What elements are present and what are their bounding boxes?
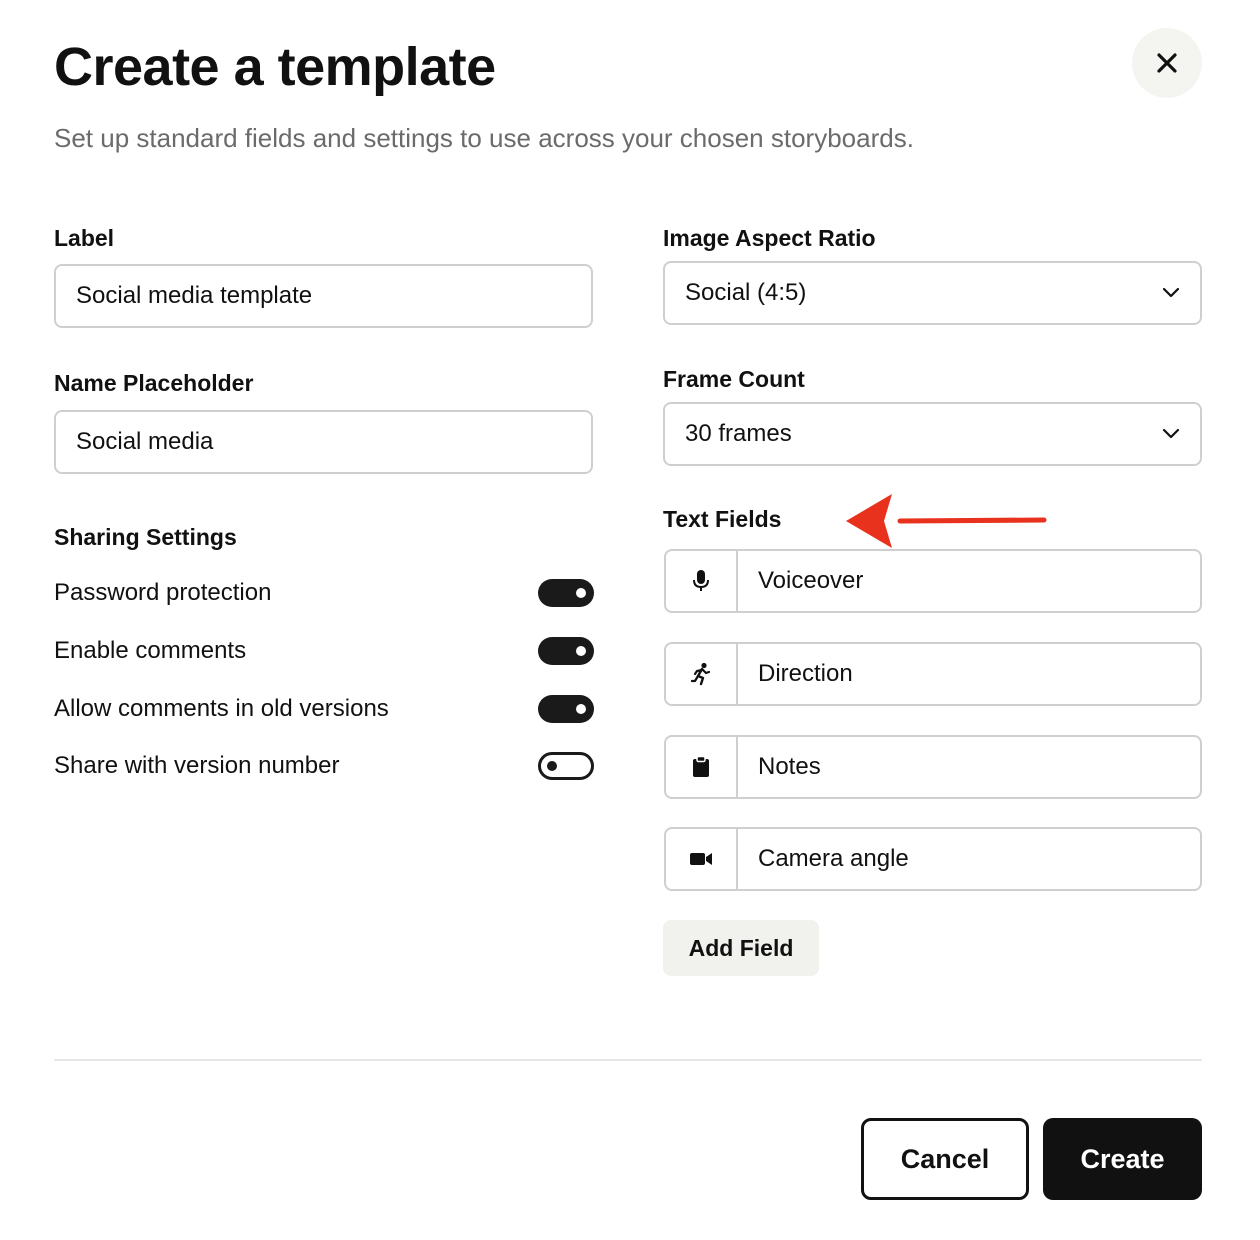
setting-label: Allow comments in old versions [54,695,389,722]
close-icon [1157,53,1177,73]
running-person-icon [691,662,711,686]
create-button[interactable]: Create [1043,1118,1202,1200]
frame-count-label: Frame Count [663,366,805,392]
text-field-value: Camera angle [758,845,909,872]
clipboard-icon [693,756,709,777]
name-placeholder-input-value: Social media [76,428,214,455]
text-field-icon-handle[interactable] [666,829,738,889]
frame-count-select[interactable]: 30 frames [663,402,1202,466]
chevron-down-icon [1162,287,1180,298]
cancel-button[interactable]: Cancel [861,1118,1029,1200]
password-protection-toggle[interactable] [538,579,594,607]
footer-divider [54,1059,1202,1061]
text-field-value: Voiceover [758,567,864,594]
setting-label: Share with version number [54,752,340,779]
aspect-ratio-value: Social (4:5) [685,279,807,306]
text-field-row: Voiceover [664,549,1202,613]
close-button[interactable] [1132,28,1202,98]
text-field-row: Direction [664,642,1202,706]
text-field-value: Notes [758,753,821,780]
share-with-version-number-toggle[interactable] [538,752,594,780]
name-placeholder-label: Name Placeholder [54,370,254,396]
frame-count-value: 30 frames [685,420,792,447]
name-placeholder-input[interactable]: Social media [54,410,593,474]
aspect-ratio-select[interactable]: Social (4:5) [663,261,1202,325]
microphone-icon [693,570,709,591]
dialog-title: Create a template [54,37,496,97]
text-field-row: Camera angle [664,827,1202,891]
label-input-value: Social media template [76,282,313,309]
text-field-icon-handle[interactable] [666,644,738,704]
text-field-input[interactable]: Notes [738,737,1200,797]
enable-comments-toggle[interactable] [538,637,594,665]
text-field-value: Direction [758,660,853,687]
text-field-input[interactable]: Direction [738,644,1200,704]
text-field-icon-handle[interactable] [666,737,738,797]
setting-share-with-version-number: Share with version number [54,749,594,783]
text-field-row: Notes [664,735,1202,799]
setting-label: Enable comments [54,637,247,664]
text-field-input[interactable]: Camera angle [738,829,1200,889]
video-camera-icon [690,853,712,865]
add-field-button[interactable]: Add Field [663,920,819,976]
label-input[interactable]: Social media template [54,264,593,328]
setting-password-protection: Password protection [54,576,594,610]
aspect-ratio-label: Image Aspect Ratio [663,225,876,251]
text-field-input[interactable]: Voiceover [738,551,1200,611]
sharing-settings-heading: Sharing Settings [54,524,237,550]
dialog-subtitle: Set up standard fields and settings to u… [54,123,914,153]
setting-label: Password protection [54,579,272,606]
allow-comments-old-versions-toggle[interactable] [538,695,594,723]
text-field-icon-handle[interactable] [666,551,738,611]
setting-allow-comments-old-versions: Allow comments in old versions [54,692,594,726]
setting-enable-comments: Enable comments [54,634,594,668]
annotation-arrow [846,494,1047,548]
text-fields-heading: Text Fields [663,506,782,532]
label-field-label: Label [54,225,115,251]
chevron-down-icon [1162,428,1180,439]
